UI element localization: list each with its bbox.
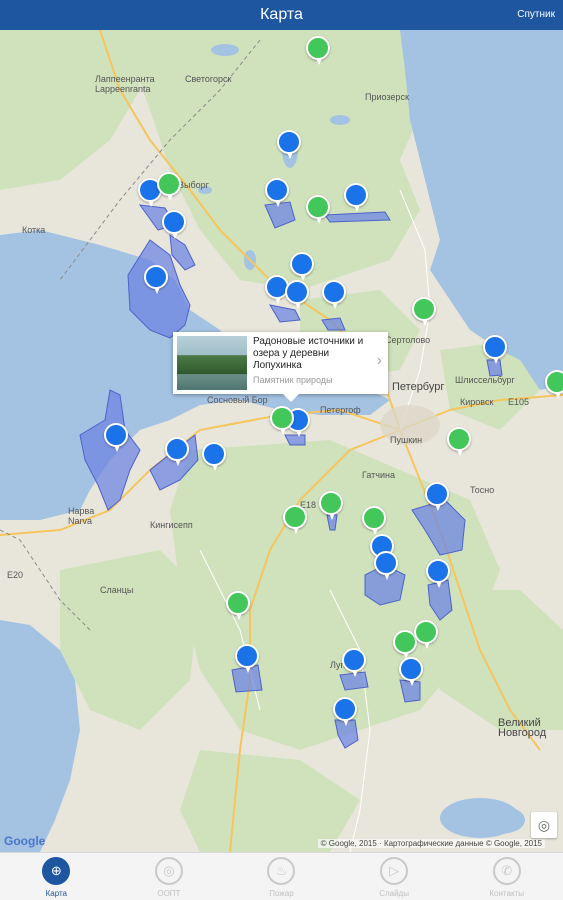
map-label-kotka: Котка bbox=[22, 225, 46, 235]
map-marker-green[interactable] bbox=[283, 505, 307, 534]
fire-icon: ♨ bbox=[267, 857, 296, 885]
road-label-e105: E105 bbox=[508, 397, 530, 407]
globe-icon: ◎ bbox=[154, 857, 183, 885]
map-marker-blue[interactable] bbox=[322, 280, 346, 309]
map-marker-green[interactable] bbox=[157, 172, 181, 201]
map-marker-blue[interactable] bbox=[265, 178, 289, 207]
map-label-tosno: Тосно bbox=[470, 485, 495, 495]
tab-map[interactable]: ⊕ Карта bbox=[0, 853, 113, 900]
map-label-kingisepp: Кингисепп bbox=[150, 520, 193, 530]
map-label-lappeenranta: Лаппеенранта Lappeenranta bbox=[95, 74, 155, 94]
map-marker-green[interactable] bbox=[447, 427, 471, 456]
map-marker-blue[interactable] bbox=[425, 482, 449, 511]
google-logo: Google bbox=[4, 834, 46, 848]
map-attribution: © Google, 2015 · Картографические данные… bbox=[317, 839, 545, 848]
map-marker-blue[interactable] bbox=[290, 252, 314, 281]
map-marker-green[interactable] bbox=[412, 297, 436, 326]
tab-label: Пожар bbox=[269, 889, 294, 898]
map-marker-blue[interactable] bbox=[399, 657, 423, 686]
info-window-title: Радоновые источники и озера у деревни Ло… bbox=[253, 336, 364, 371]
tab-slides[interactable]: ▷ Слайды bbox=[338, 853, 451, 900]
map-label-gatchina: Гатчина bbox=[362, 470, 395, 480]
map-marker-blue[interactable] bbox=[285, 280, 309, 309]
map-marker-green[interactable] bbox=[306, 36, 330, 65]
map-marker-blue[interactable] bbox=[202, 442, 226, 471]
map-label-vyborg: Выборг bbox=[178, 180, 209, 190]
map-marker-blue[interactable] bbox=[333, 697, 357, 726]
map-marker-green[interactable] bbox=[362, 506, 386, 535]
chevron-right-icon: › bbox=[376, 352, 382, 369]
map-pin-icon: ⊕ bbox=[42, 857, 71, 885]
map-label-sosnovy-bor: Сосновый Бор bbox=[207, 395, 268, 405]
target-icon: ◎ bbox=[537, 817, 551, 833]
map-label-veliky-novgorod: Великий Новгород bbox=[498, 717, 547, 739]
info-window-subtitle: Памятник природы bbox=[253, 375, 333, 385]
header-bar: Карта Спутник bbox=[0, 0, 563, 30]
map-label-pushkin: Пушкин bbox=[390, 435, 423, 445]
map-marker-blue[interactable] bbox=[235, 644, 259, 673]
map-label-petergof: Петергоф bbox=[320, 405, 361, 415]
map-marker-blue[interactable] bbox=[277, 130, 301, 159]
tab-oopt[interactable]: ◎ ООПТ bbox=[113, 853, 226, 900]
map-marker-blue[interactable] bbox=[162, 210, 186, 239]
map-marker-green[interactable] bbox=[319, 491, 343, 520]
map-marker-green[interactable] bbox=[414, 620, 438, 649]
app: Карта Спутник Лаппеенранта Lappeenranta … bbox=[0, 0, 563, 900]
map-marker-blue[interactable] bbox=[104, 423, 128, 452]
page-title: Карта bbox=[260, 6, 303, 23]
map-label-kirovsk: Кировск bbox=[460, 397, 494, 407]
map-marker-blue[interactable] bbox=[344, 183, 368, 212]
map-marker-blue[interactable] bbox=[426, 559, 450, 588]
map-marker-blue[interactable] bbox=[483, 335, 507, 364]
my-location-button[interactable]: ◎ bbox=[531, 812, 557, 838]
play-icon: ▷ bbox=[380, 857, 409, 885]
tab-label: Слайды bbox=[379, 889, 409, 898]
map-label-narva: Нарва Narva bbox=[68, 506, 95, 526]
road-label-e20: E20 bbox=[7, 570, 24, 580]
tab-contacts[interactable]: ✆ Контакты bbox=[450, 853, 563, 900]
tab-fire[interactable]: ♨ Пожар bbox=[225, 853, 338, 900]
map-marker-green[interactable] bbox=[306, 195, 330, 224]
map-marker-blue[interactable] bbox=[342, 648, 366, 677]
info-window-photo bbox=[177, 336, 247, 390]
map-label-peterburg: Петербург bbox=[392, 381, 445, 393]
map-label-priozersk: Приозерск bbox=[365, 92, 409, 102]
tab-label: Карта bbox=[45, 889, 67, 898]
map-marker-blue[interactable] bbox=[374, 551, 398, 580]
info-window[interactable]: Радоновые источники и озера у деревни Ло… bbox=[173, 332, 388, 402]
map-marker-blue[interactable] bbox=[144, 265, 168, 294]
map-label-slantsy: Сланцы bbox=[100, 585, 134, 595]
tab-label: ООПТ bbox=[157, 889, 181, 898]
map-view[interactable]: Лаппеенранта Lappeenranta Светогорск Выб… bbox=[0, 30, 563, 852]
map-marker-green[interactable] bbox=[270, 406, 294, 435]
phone-icon: ✆ bbox=[492, 857, 521, 885]
map-marker-green[interactable] bbox=[545, 370, 563, 399]
map-label-svetogorsk: Светогорск bbox=[185, 74, 232, 84]
satellite-toggle[interactable]: Спутник bbox=[517, 9, 555, 20]
map-label-sertolovo: Сертолово bbox=[385, 335, 431, 345]
map-label-shlisselburg: Шлиссельбург bbox=[455, 375, 515, 385]
tab-label: Контакты bbox=[489, 889, 524, 898]
map-marker-green[interactable] bbox=[226, 591, 250, 620]
map-base bbox=[0, 30, 563, 852]
tab-bar: ⊕ Карта ◎ ООПТ ♨ Пожар ▷ Слайды ✆ Контак… bbox=[0, 852, 563, 900]
map-marker-blue[interactable] bbox=[165, 437, 189, 466]
